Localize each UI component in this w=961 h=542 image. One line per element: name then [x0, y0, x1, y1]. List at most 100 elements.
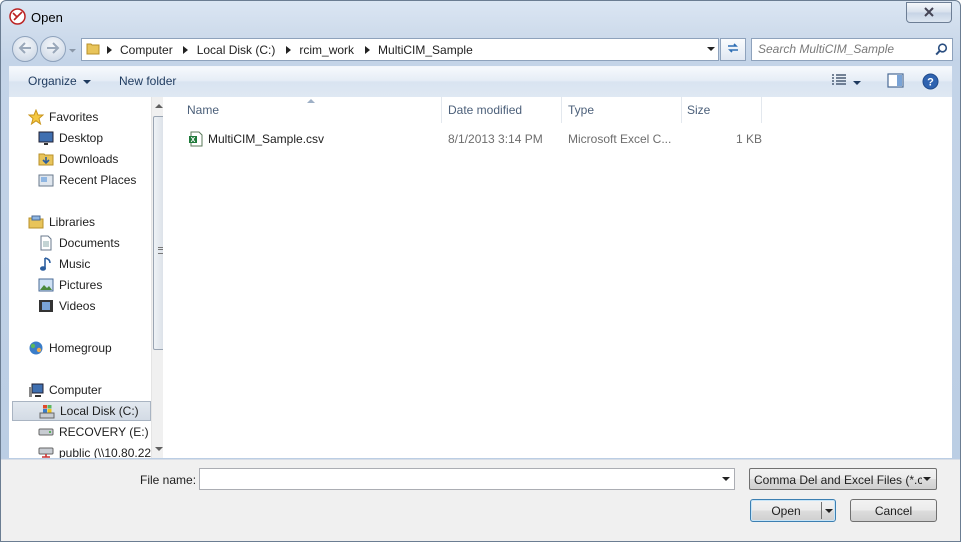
nav-downloads[interactable]: Downloads [37, 149, 163, 169]
column-header-name[interactable]: Name [169, 97, 442, 123]
search-icon[interactable] [935, 43, 948, 59]
documents-icon [37, 235, 55, 251]
content-area: Favorites Desktop Downloads Recent Place… [9, 97, 952, 458]
address-history-chevron-down-icon[interactable] [706, 43, 716, 57]
refresh-icon [726, 42, 740, 57]
column-header-type[interactable]: Type [562, 97, 682, 123]
new-folder-button[interactable]: New folder [119, 74, 176, 88]
computer-icon [27, 382, 45, 398]
cancel-button[interactable]: Cancel [850, 499, 937, 522]
nav-label: Favorites [49, 110, 99, 124]
nav-videos[interactable]: Videos [37, 296, 163, 316]
nav-label: Desktop [59, 131, 104, 145]
nav-computer[interactable]: Computer [27, 380, 163, 400]
arrow-right-icon [46, 41, 60, 57]
organize-button[interactable]: Organize [28, 74, 91, 88]
nav-local-disk[interactable]: Local Disk (C:) [12, 401, 151, 421]
address-bar[interactable]: Computer Local Disk (C:) rcim_work Multi… [81, 38, 719, 61]
refresh-button[interactable] [720, 38, 746, 61]
file-type: Microsoft Excel C... [568, 132, 672, 146]
homegroup-icon [27, 340, 45, 356]
network-drive-icon [37, 445, 55, 458]
nav-desktop[interactable]: Desktop [37, 128, 163, 148]
nav-label: Music [59, 257, 91, 271]
recent-pages-chevron-down-icon[interactable] [68, 44, 77, 53]
file-name-panel: File name: Comma Del and Excel Files (*.… [1, 459, 960, 541]
close-icon [923, 6, 935, 20]
breadcrumb-local-disk[interactable]: Local Disk (C:) [193, 43, 282, 57]
open-button[interactable]: Open [750, 499, 836, 522]
chevron-right-icon[interactable] [102, 45, 116, 54]
film-strip-icon [37, 298, 55, 314]
file-name-input[interactable] [204, 471, 704, 487]
svg-text:?: ? [927, 77, 934, 89]
nav-label: Local Disk (C:) [60, 404, 139, 418]
open-options-chevron-down-icon[interactable] [825, 509, 833, 513]
nav-documents[interactable]: Documents [37, 233, 163, 253]
nav-label: Videos [59, 299, 96, 313]
scroll-up-arrow[interactable] [155, 104, 163, 108]
nav-homegroup[interactable]: Homegroup [27, 338, 163, 358]
nav-label: Recent Places [59, 173, 137, 187]
table-row[interactable]: X MultiCIM_Sample.csv 8/1/2013 3:14 PM M… [184, 128, 764, 150]
search-input[interactable] [758, 41, 928, 57]
nav-public-network[interactable]: public (\\10.80.22 [37, 443, 163, 458]
star-icon [27, 109, 45, 125]
svg-text:X: X [191, 137, 196, 144]
column-label: Date modified [448, 103, 523, 117]
nav-label: public (\\10.80.22 [59, 446, 152, 458]
chevron-right-icon[interactable] [281, 45, 295, 54]
navigation-scrollbar[interactable] [151, 97, 163, 458]
close-button[interactable] [906, 2, 952, 23]
preview-pane-icon[interactable] [887, 73, 904, 91]
nav-label: RECOVERY (E:) [59, 425, 149, 439]
nav-label: Libraries [49, 215, 96, 229]
command-bar: Organize New folder ? [9, 66, 952, 98]
scrollbar-thumb[interactable] [153, 116, 163, 350]
column-header-date-modified[interactable]: Date modified [442, 97, 562, 123]
title-bar[interactable]: Open [1, 1, 960, 33]
nav-label: Downloads [59, 152, 119, 166]
nav-libraries[interactable]: Libraries [27, 212, 163, 232]
split-divider [821, 502, 822, 519]
nav-pictures[interactable]: Pictures [37, 275, 163, 295]
nav-recovery[interactable]: RECOVERY (E:) [37, 422, 163, 442]
change-view-button[interactable] [831, 74, 861, 89]
app-icon [9, 8, 26, 25]
address-row: Computer Local Disk (C:) rcim_work Multi… [1, 33, 960, 63]
search-box[interactable] [751, 38, 953, 61]
file-name-combobox[interactable] [199, 468, 735, 490]
chevron-down-icon[interactable] [722, 477, 730, 481]
chevron-right-icon[interactable] [360, 45, 374, 54]
nav-favorites[interactable]: Favorites [27, 107, 163, 127]
breadcrumb-multicim-sample[interactable]: MultiCIM_Sample [374, 43, 479, 57]
libraries-icon [27, 214, 45, 230]
breadcrumb-rcim-work[interactable]: rcim_work [295, 43, 360, 57]
folder-icon [86, 42, 100, 58]
excel-file-icon: X [188, 131, 204, 150]
file-list: Name Date modified Type Size X MultiCIM_… [169, 97, 952, 458]
downloads-folder-icon [37, 151, 55, 167]
nav-label: Computer [49, 383, 102, 397]
file-date-modified: 8/1/2013 3:14 PM [448, 132, 543, 146]
organize-label: Organize [28, 74, 77, 88]
breadcrumb-computer[interactable]: Computer [116, 43, 179, 57]
music-note-icon [37, 256, 55, 272]
forward-button[interactable] [40, 36, 66, 62]
windows-drive-icon [38, 403, 56, 419]
back-button[interactable] [12, 36, 38, 62]
file-type-select[interactable]: Comma Del and Excel Files (*.csv [749, 468, 937, 490]
column-header-size[interactable]: Size [682, 97, 762, 123]
file-size: 1 KB [735, 132, 762, 146]
grip-icon [158, 247, 163, 254]
file-type-value: Comma Del and Excel Files (*.csv [754, 473, 922, 487]
nav-label: Documents [59, 236, 120, 250]
help-icon[interactable]: ? [922, 73, 939, 93]
nav-recent-places[interactable]: Recent Places [37, 170, 163, 190]
chevron-right-icon[interactable] [179, 45, 193, 54]
new-folder-label: New folder [119, 74, 177, 88]
chevron-down-icon [923, 477, 931, 481]
scroll-down-arrow[interactable] [155, 447, 163, 451]
nav-music[interactable]: Music [37, 254, 163, 274]
nav-label: Homegroup [49, 341, 112, 355]
